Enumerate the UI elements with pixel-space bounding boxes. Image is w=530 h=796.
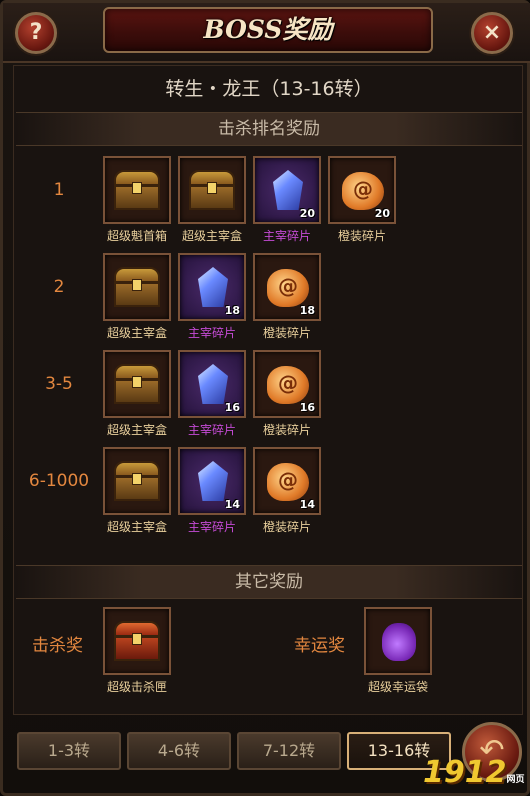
item-slot[interactable]: 14	[178, 447, 246, 515]
reward-item[interactable]: 20 橙装碎片	[327, 156, 397, 244]
treasure-chest-icon	[114, 364, 160, 404]
item-name: 超级主宰盒	[106, 520, 167, 534]
header-bar: ? BOSS奖励 ×	[3, 3, 530, 63]
reward-item[interactable]: 20 主宰碎片	[252, 156, 322, 244]
item-name: 橙装碎片	[337, 229, 386, 243]
orange-shard-icon	[267, 463, 309, 501]
item-slot[interactable]	[103, 156, 171, 224]
reward-item[interactable]: 16 主宰碎片	[177, 350, 247, 438]
tab-7-12[interactable]: 7-12转	[237, 732, 341, 770]
item-slot[interactable]: 20	[328, 156, 396, 224]
item-count: 18	[224, 304, 240, 317]
site-watermark: 1912网页游戏	[423, 755, 525, 790]
item-slot[interactable]: 16	[178, 350, 246, 418]
purple-bag-icon	[382, 623, 416, 661]
item-name: 主宰碎片	[187, 423, 236, 437]
item-name: 橙装碎片	[262, 326, 311, 340]
item-count: 20	[374, 207, 390, 220]
item-slot[interactable]	[364, 607, 432, 675]
item-count: 14	[299, 498, 315, 511]
blue-gem-shard-icon	[198, 267, 228, 307]
reward-item[interactable]: 18 主宰碎片	[177, 253, 247, 341]
treasure-chest-icon	[189, 170, 235, 210]
page-title: BOSS奖励	[203, 15, 333, 44]
item-name: 超级主宰盒	[106, 423, 167, 437]
reward-item[interactable]: 超级主宰盒	[177, 156, 247, 244]
other-rewards-heading: 其它奖励	[16, 565, 522, 599]
reward-item[interactable]: 超级主宰盒	[102, 350, 172, 438]
item-count: 14	[224, 498, 240, 511]
tab-4-6[interactable]: 4-6转	[127, 732, 231, 770]
red-chest-icon	[114, 621, 160, 661]
blue-gem-shard-icon	[273, 170, 303, 210]
rank-label: 6-1000	[28, 471, 90, 491]
item-slot[interactable]	[103, 607, 171, 675]
orange-shard-icon	[267, 269, 309, 307]
item-slot[interactable]	[103, 350, 171, 418]
tab-1-3[interactable]: 1-3转	[17, 732, 121, 770]
reward-item[interactable]: 14 主宰碎片	[177, 447, 247, 535]
treasure-chest-icon	[114, 170, 160, 210]
item-count: 16	[224, 401, 240, 414]
item-name: 主宰碎片	[187, 520, 236, 534]
item-slot[interactable]: 18	[253, 253, 321, 321]
reward-item[interactable]: 16 橙装碎片	[252, 350, 322, 438]
kill-rank-heading: 击杀排名奖励	[16, 112, 522, 146]
reward-item[interactable]: 14 橙装碎片	[252, 447, 322, 535]
reward-item[interactable]: 超级魁首箱	[102, 156, 172, 244]
blue-gem-shard-icon	[198, 364, 228, 404]
reward-window: ? BOSS奖励 × 转生・龙王（13-16转） 击杀排名奖励 1 超级魁首箱 超级…	[0, 0, 530, 796]
luck-reward-item[interactable]: 超级幸运袋	[363, 607, 433, 695]
treasure-chest-icon	[114, 461, 160, 501]
item-slot[interactable]	[103, 253, 171, 321]
blue-gem-shard-icon	[198, 461, 228, 501]
item-count: 18	[299, 304, 315, 317]
item-slot[interactable]: 18	[178, 253, 246, 321]
item-slot[interactable]: 14	[253, 447, 321, 515]
kill-reward-label: 击杀奖	[32, 636, 83, 656]
close-icon: ×	[482, 20, 502, 45]
close-button[interactable]: ×	[471, 12, 513, 54]
boss-name: 转生・龙王（13-16转）	[165, 78, 373, 100]
item-name: 超级魁首箱	[106, 229, 167, 243]
item-name: 主宰碎片	[262, 229, 311, 243]
item-name: 橙装碎片	[262, 423, 311, 437]
orange-shard-icon	[342, 172, 384, 210]
item-name: 橙装碎片	[262, 520, 311, 534]
item-name: 超级主宰盒	[106, 326, 167, 340]
orange-shard-icon	[267, 366, 309, 404]
rank-label: 3-5	[45, 374, 73, 394]
reward-panel: 转生・龙王（13-16转） 击杀排名奖励 1超级魁首箱超级主宰盒20主宰碎片20…	[13, 65, 523, 715]
kill-reward-item[interactable]: 超级击杀匣	[102, 607, 172, 695]
item-count: 20	[299, 207, 315, 220]
item-name: 主宰碎片	[187, 326, 236, 340]
rank-label: 2	[53, 277, 65, 297]
reward-item[interactable]: 超级主宰盒	[102, 447, 172, 535]
title-plate: BOSS奖励	[103, 7, 433, 53]
item-slot[interactable]	[103, 447, 171, 515]
luck-reward-label: 幸运奖	[294, 636, 345, 656]
treasure-chest-icon	[114, 267, 160, 307]
reward-item[interactable]: 超级主宰盒	[102, 253, 172, 341]
item-count: 16	[299, 401, 315, 414]
reward-item[interactable]: 18 橙装碎片	[252, 253, 322, 341]
help-button[interactable]: ?	[15, 12, 57, 54]
item-slot[interactable]: 16	[253, 350, 321, 418]
item-slot[interactable]: 20	[253, 156, 321, 224]
question-icon: ?	[29, 20, 43, 45]
item-name: 超级幸运袋	[367, 680, 428, 694]
item-name: 超级击杀匣	[106, 680, 167, 694]
item-slot[interactable]	[178, 156, 246, 224]
item-name: 超级主宰盒	[181, 229, 242, 243]
rank-label: 1	[53, 180, 65, 200]
